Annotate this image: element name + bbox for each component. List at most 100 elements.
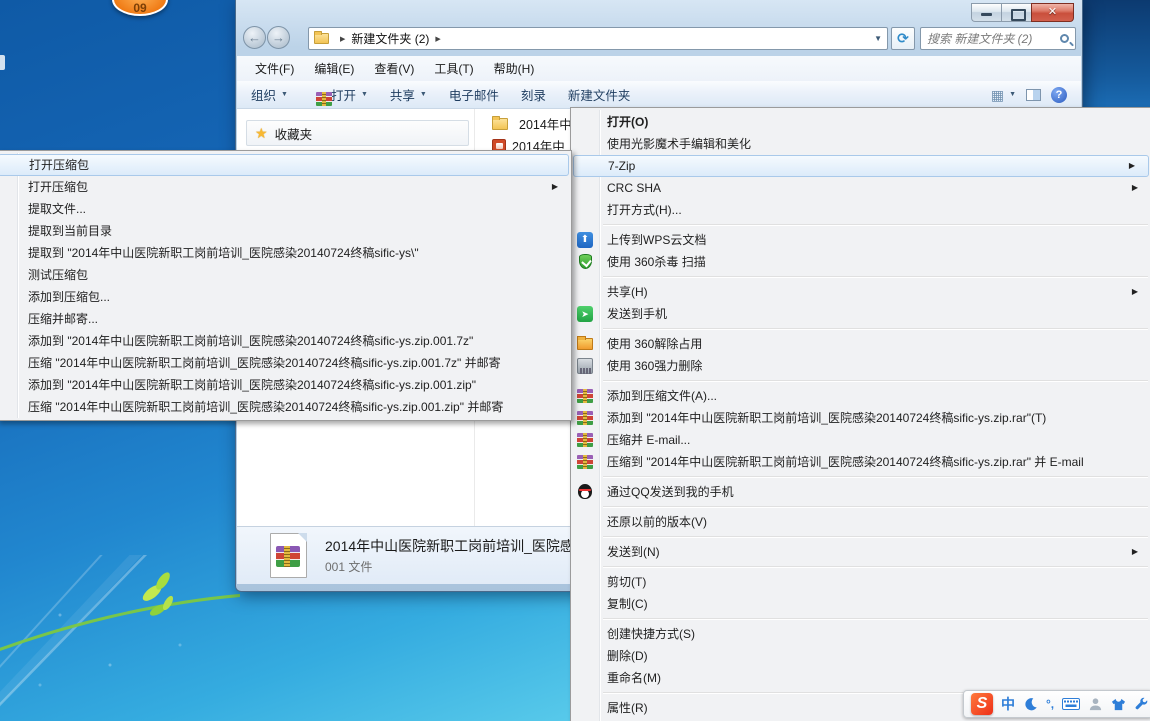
desktop-date-badge[interactable]: 09: [112, 0, 168, 16]
context-menu-item-14[interactable]: 压缩并 E-mail...: [571, 429, 1150, 451]
burn-button[interactable]: 刻录: [521, 85, 546, 104]
menubar-item-5[interactable]: 帮助(H): [484, 56, 545, 81]
views-grid-icon: ▦: [991, 88, 1004, 102]
new-folder-button[interactable]: 新建文件夹: [568, 85, 631, 104]
submenu-arrow-icon: [552, 176, 558, 198]
back-button[interactable]: ←: [243, 26, 266, 49]
context-menu-item-18[interactable]: 发送到(N): [571, 541, 1150, 563]
context-menu-item-23[interactable]: 重命名(M): [571, 667, 1150, 689]
zip-submenu-item-10[interactable]: 压缩 "2014年中山医院新职工岗前培训_医院感染20140724终稿sific…: [0, 352, 571, 374]
menu-item-label: 属性(R): [607, 701, 648, 715]
zip-submenu-item-2[interactable]: 打开压缩包: [0, 176, 571, 198]
preview-pane-button[interactable]: [1026, 89, 1041, 101]
share-button[interactable]: 共享 ▼: [390, 85, 427, 104]
context-menu-item-9[interactable]: 发送到手机: [571, 303, 1150, 325]
zip-submenu-item-6[interactable]: 测试压缩包: [0, 264, 571, 286]
context-menu-item-13[interactable]: 添加到 "2014年中山医院新职工岗前培训_医院感染20140724终稿sifi…: [571, 407, 1150, 429]
zip-submenu-item-9[interactable]: 添加到 "2014年中山医院新职工岗前培训_医院感染20140724终稿sifi…: [0, 330, 571, 352]
context-menu-item-15[interactable]: 压缩到 "2014年中山医院新职工岗前培训_医院感染20140724终稿sifi…: [571, 451, 1150, 473]
sogou-logo-icon[interactable]: S: [971, 693, 993, 715]
organize-button[interactable]: 组织 ▼: [251, 85, 288, 104]
views-button[interactable]: ▦ ▼: [991, 88, 1016, 102]
menubar-item-3[interactable]: 查看(V): [364, 56, 424, 81]
zip-submenu: 打开压缩包打开压缩包提取文件... 提取到当前目录提取到 "2014年中山医院新职…: [0, 150, 572, 421]
email-button[interactable]: 电子邮件: [449, 85, 499, 104]
breadcrumb[interactable]: 新建文件夹 (2): [351, 30, 429, 47]
context-menu-item-5[interactable]: 打开方式(H)...: [571, 199, 1150, 221]
winrar-icon: [316, 92, 332, 106]
menu-separator: [603, 476, 1148, 477]
ime-chinese-mode-button[interactable]: 中: [1001, 697, 1015, 711]
menubar-item-4[interactable]: 工具(T): [424, 56, 483, 81]
context-menu-item-22[interactable]: 删除(D): [571, 645, 1150, 667]
selected-file-info: 001 文件: [325, 558, 372, 575]
context-menu-item-7[interactable]: 使用 360杀毒 扫描: [571, 251, 1150, 273]
sidebar-item-favorites[interactable]: ★ 收藏夹: [246, 120, 469, 146]
ime-punctuation-button[interactable]: °,: [1046, 698, 1054, 710]
menu-item-label: 压缩 "2014年中山医院新职工岗前培训_医院感染20140724终稿sific…: [28, 400, 503, 414]
menubar-item-2[interactable]: 编辑(E): [304, 56, 364, 81]
menu-item-label: 测试压缩包: [28, 268, 88, 282]
context-menu-item-10[interactable]: 使用 360解除占用: [571, 333, 1150, 355]
context-menu-item-6[interactable]: 上传到WPS云文档: [571, 229, 1150, 251]
ime-fullwidth-moon-icon[interactable]: [1023, 697, 1038, 712]
ime-skin-shirt-icon[interactable]: [1111, 697, 1126, 712]
search-input[interactable]: 搜索 新建文件夹 (2): [927, 30, 1032, 47]
context-menu-item-8[interactable]: 共享(H): [571, 281, 1150, 303]
zip-submenu-item-3[interactable]: 提取文件...: [0, 198, 571, 220]
menu-item-label: 发送到(N): [607, 545, 660, 559]
refresh-button[interactable]: [891, 27, 915, 50]
desktop-background-corner: [1083, 0, 1150, 108]
address-dropdown-icon[interactable]: ▼: [874, 34, 882, 43]
context-menu-item-20[interactable]: 复制(C): [571, 593, 1150, 615]
menubar-item-1[interactable]: 文件(F): [245, 56, 304, 81]
zip-submenu-item-8[interactable]: 压缩并邮寄...: [0, 308, 571, 330]
zip-submenu-item-7[interactable]: 添加到压缩包...: [0, 286, 571, 308]
forward-button[interactable]: →: [267, 26, 290, 49]
maximize-button[interactable]: [1001, 3, 1031, 22]
selected-file-name: 2014年中山医院新职工岗前培训_医院感...: [325, 536, 586, 556]
context-menu-item-12[interactable]: 添加到压缩文件(A)...: [571, 385, 1150, 407]
search-icon: [1060, 34, 1069, 43]
close-button[interactable]: [1031, 3, 1074, 22]
open-button[interactable]: 打开 ▼: [310, 85, 368, 104]
zip-submenu-item-11[interactable]: 添加到 "2014年中山医院新职工岗前培训_医院感染20140724终稿sifi…: [0, 374, 571, 396]
zip-submenu-item-1[interactable]: 打开压缩包: [0, 154, 569, 176]
menu-item-label: 添加到 "2014年中山医院新职工岗前培训_医院感染20140724终稿sifi…: [28, 334, 473, 348]
context-menu-item-17[interactable]: 还原以前的版本(V): [571, 511, 1150, 533]
context-menu-item-1[interactable]: 打开(O): [571, 111, 1150, 133]
address-bar[interactable]: ▶ 新建文件夹 (2) ▶ ▼: [308, 27, 888, 50]
context-menu-item-4[interactable]: CRC SHA: [571, 177, 1150, 199]
menu-item-label: 重命名(M): [607, 671, 661, 685]
zip-submenu-item-4[interactable]: 提取到当前目录: [0, 220, 571, 242]
av360-icon: [579, 254, 592, 269]
ime-soft-keyboard-icon[interactable]: [1062, 698, 1080, 710]
menu-item-label: 还原以前的版本(V): [607, 515, 707, 529]
submenu-arrow-icon: [1132, 541, 1138, 563]
help-icon[interactable]: ?: [1051, 87, 1067, 103]
menu-bar: 文件(F)编辑(E)查看(V)工具(T)帮助(H): [237, 56, 1081, 81]
star-icon: ★: [255, 126, 268, 140]
context-menu-item-16[interactable]: 通过QQ发送到我的手机: [571, 481, 1150, 503]
menu-item-label: 上传到WPS云文档: [607, 233, 706, 247]
ime-account-person-icon[interactable]: [1088, 697, 1103, 712]
desktop: 09 ← → ▶ 新建文件夹 (2) ▶ ▼ 搜索 新建文件夹 (2) 文件(F…: [0, 0, 1150, 721]
context-menu-item-3[interactable]: 7-Zip: [573, 155, 1149, 177]
context-menu-item-11[interactable]: 使用 360强力删除: [571, 355, 1150, 377]
menu-item-label: 提取到 "2014年中山医院新职工岗前培训_医院感染20140724终稿sifi…: [28, 246, 419, 260]
chevron-down-icon: ▼: [1009, 91, 1016, 98]
zip-submenu-item-5[interactable]: 提取到 "2014年中山医院新职工岗前培训_医院感染20140724终稿sifi…: [0, 242, 571, 264]
menu-item-label: 添加到压缩文件(A)...: [607, 389, 717, 403]
menu-separator: [603, 380, 1148, 381]
ime-toolbox-wrench-icon[interactable]: [1134, 697, 1149, 712]
context-menu: 打开(O)使用光影魔术手编辑和美化7-ZipCRC SHA打开方式(H)... 上…: [570, 107, 1150, 721]
context-menu-item-2[interactable]: 使用光影魔术手编辑和美化: [571, 133, 1150, 155]
menu-item-label: 剪切(T): [607, 575, 646, 589]
context-menu-item-19[interactable]: 剪切(T): [571, 571, 1150, 593]
context-menu-item-21[interactable]: 创建快捷方式(S): [571, 623, 1150, 645]
minimize-button[interactable]: [971, 3, 1001, 22]
search-box[interactable]: 搜索 新建文件夹 (2): [920, 27, 1076, 50]
menu-item-label: 添加到 "2014年中山医院新职工岗前培训_医院感染20140724终稿sifi…: [607, 411, 1046, 425]
menu-item-label: 提取文件...: [28, 202, 86, 216]
zip-submenu-item-12[interactable]: 压缩 "2014年中山医院新职工岗前培训_医院感染20140724终稿sific…: [0, 396, 571, 418]
